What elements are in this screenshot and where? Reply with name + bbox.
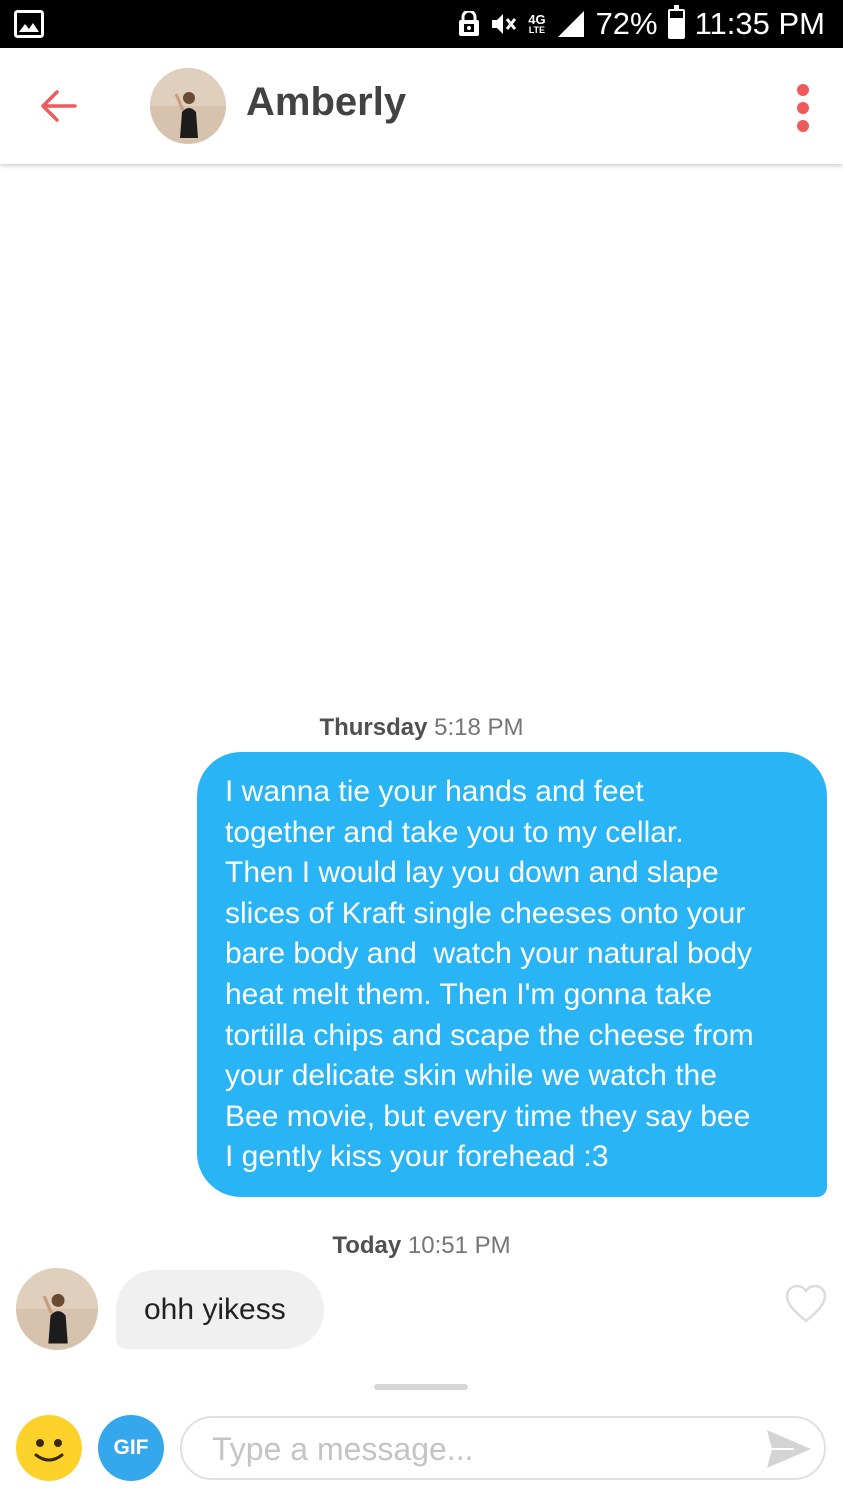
lte-icon: 4G LTE: [528, 12, 546, 35]
back-arrow-icon: [41, 90, 77, 122]
message-timestamp: Today 10:51 PM: [332, 1232, 511, 1259]
message-input[interactable]: [212, 1424, 752, 1474]
message-timestamp: Thursday 5:18 PM: [319, 714, 524, 741]
send-icon: [767, 1430, 811, 1468]
clock: 11:35 PM: [694, 6, 825, 41]
like-message-button[interactable]: [784, 1283, 828, 1325]
overflow-menu-icon: [797, 84, 809, 96]
message-input-container: [180, 1416, 826, 1480]
heart-icon: [785, 1284, 827, 1323]
mute-icon: [490, 11, 518, 37]
contact-name[interactable]: Amberly: [246, 80, 406, 125]
battery-icon: [667, 5, 685, 39]
gif-icon: GIF: [113, 1436, 149, 1459]
sent-message-bubble[interactable]: I wanna tie your hands and feet together…: [197, 752, 827, 1197]
emoji-icon: [34, 1439, 64, 1462]
avatar[interactable]: [150, 68, 226, 144]
avatar[interactable]: [16, 1268, 98, 1350]
overflow-menu-button[interactable]: [783, 78, 823, 138]
status-bar: 4G LTE 72% 11:35 PM: [0, 0, 843, 48]
send-button[interactable]: [764, 1426, 814, 1472]
image-icon: [14, 10, 44, 38]
lock-icon: [458, 11, 480, 37]
chat-header: Amberly: [0, 48, 843, 164]
received-message-bubble[interactable]: ohh yikess: [116, 1270, 324, 1349]
signal-icon: [556, 9, 586, 39]
back-button[interactable]: [30, 78, 86, 134]
gif-button[interactable]: GIF: [98, 1415, 164, 1481]
emoji-button[interactable]: [16, 1415, 82, 1481]
battery-percentage: 72%: [595, 6, 658, 41]
drag-handle[interactable]: [374, 1384, 468, 1390]
